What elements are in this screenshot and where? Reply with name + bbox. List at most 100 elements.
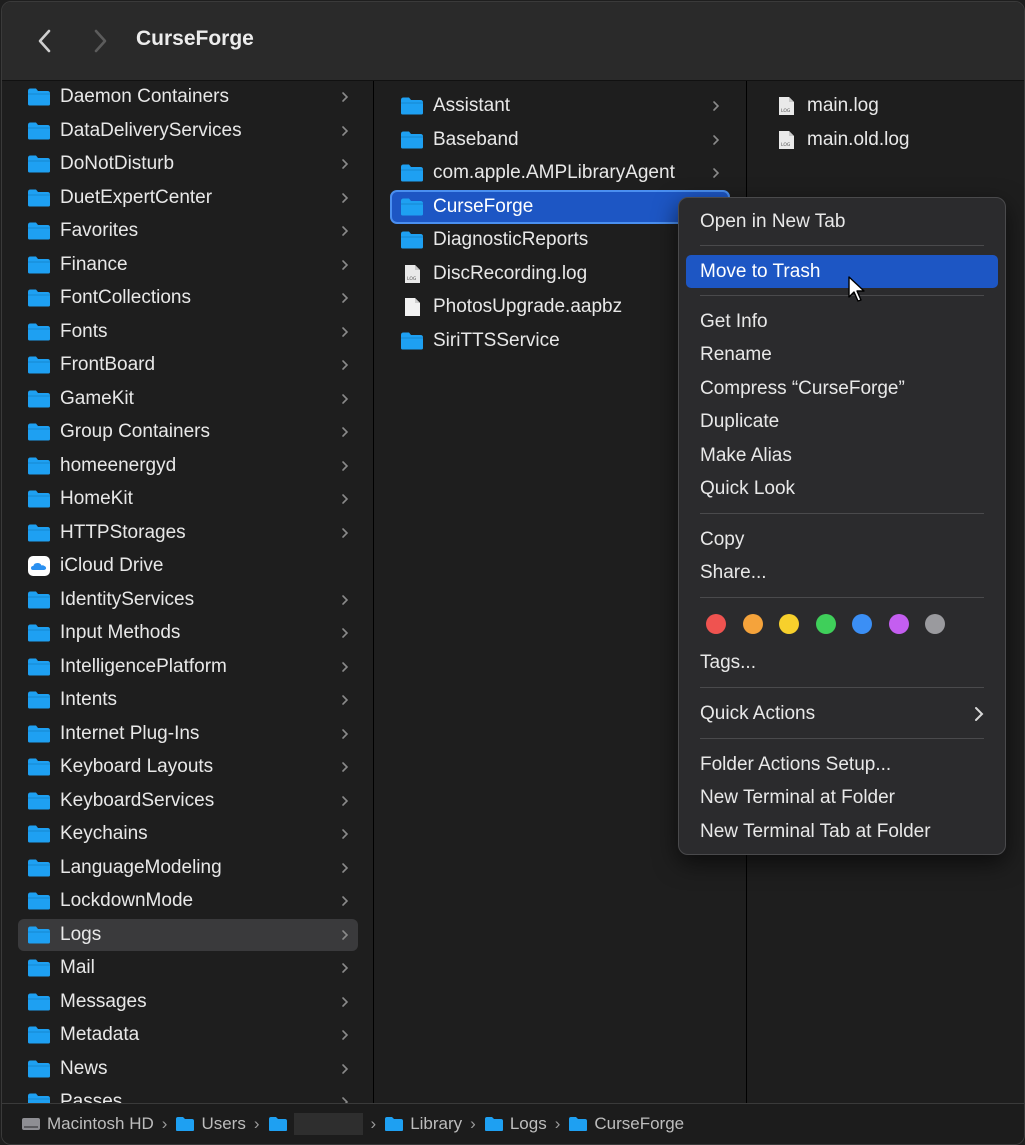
path-item-logs[interactable]: Logs [484, 1114, 547, 1134]
library-item-keychains[interactable]: Keychains [18, 818, 358, 850]
menu-item-make-alias[interactable]: Make Alias [686, 439, 998, 472]
menu-separator [700, 738, 984, 739]
logs-item-assistant[interactable]: Assistant [391, 90, 729, 122]
library-item-keyboardservices[interactable]: KeyboardServices [18, 785, 358, 817]
logs-item-com-apple-amplibraryagent[interactable]: com.apple.AMPLibraryAgent [391, 157, 729, 189]
library-item-homekit[interactable]: HomeKit [18, 483, 358, 515]
menu-item-new-terminal-tab-at-folder[interactable]: New Terminal Tab at Folder [686, 815, 998, 848]
menu-item-quick-actions[interactable]: Quick Actions [686, 697, 998, 730]
library-item-gamekit[interactable]: GameKit [18, 383, 358, 415]
tag-color-dot[interactable] [925, 614, 945, 634]
back-button[interactable] [30, 24, 60, 58]
library-item-httpstorages[interactable]: HTTPStorages [18, 517, 358, 549]
path-bar: Macintosh HD › Users › › Library › Logs … [2, 1103, 1024, 1144]
library-item-metadata[interactable]: Metadata [18, 1019, 358, 1051]
tag-color-dot[interactable] [742, 614, 763, 634]
path-item-library[interactable]: Library [384, 1114, 462, 1134]
tag-color-dot[interactable] [706, 614, 726, 634]
library-item-favorites[interactable]: Favorites [18, 215, 358, 247]
folder-icon [28, 524, 50, 541]
menu-item-open-in-new-tab[interactable]: Open in New Tab [686, 205, 998, 238]
library-item-fonts[interactable]: Fonts [18, 316, 358, 348]
folder-icon [28, 356, 50, 374]
svg-text:LOG: LOG [781, 108, 791, 114]
file-item-main-old-log[interactable]: LOG main.old.log [765, 124, 1005, 156]
logs-item-baseband[interactable]: Baseband [391, 124, 729, 156]
menu-item-rename[interactable]: Rename [686, 338, 998, 371]
item-label: iCloud Drive [60, 555, 164, 576]
icloud-icon [28, 556, 50, 576]
chevron-right-icon [342, 125, 349, 136]
library-item-messages[interactable]: Messages [18, 986, 358, 1018]
menu-item-tags[interactable]: Tags... [686, 646, 998, 679]
library-item-frontboard[interactable]: FrontBoard [18, 349, 358, 381]
hard-drive-icon [22, 1118, 40, 1130]
file-item-main-log[interactable]: LOG main.log [765, 90, 1005, 122]
path-item-users[interactable]: Users [175, 1114, 246, 1134]
toolbar: CurseForge [2, 2, 1024, 81]
tag-color-dot[interactable] [779, 614, 799, 634]
library-column[interactable]: Daemon Containers DataDeliveryServices DoN… [2, 81, 373, 1103]
menu-separator [700, 687, 984, 688]
folder-icon [28, 155, 50, 173]
chevron-right-icon [713, 101, 720, 111]
library-item-lockdownmode[interactable]: LockdownMode [18, 885, 358, 917]
menu-item-share[interactable]: Share... [686, 556, 998, 589]
library-item-mail[interactable]: Mail [18, 952, 358, 984]
tag-color-dot[interactable] [815, 614, 836, 634]
library-item-intents[interactable]: Intents [18, 684, 358, 716]
library-item-daemon-containers[interactable]: Daemon Containers [18, 81, 358, 113]
menu-item-duplicate[interactable]: Duplicate [686, 405, 998, 438]
forward-button[interactable] [85, 24, 115, 58]
chevron-right-icon [342, 1097, 349, 1103]
menu-item-new-terminal-at-folder[interactable]: New Terminal at Folder [686, 781, 998, 814]
library-item-icloud-drive[interactable]: iCloud Drive [18, 550, 358, 582]
path-item-home[interactable] [268, 1113, 363, 1135]
menu-separator [700, 597, 984, 598]
folder-icon [28, 859, 50, 876]
menu-item-compress[interactable]: Compress “CurseForge” [686, 372, 998, 405]
path-separator: › [161, 1114, 168, 1133]
menu-item-copy[interactable]: Copy [686, 523, 998, 556]
item-label: Messages [60, 990, 147, 1012]
library-item-fontcollections[interactable]: FontCollections [18, 282, 358, 314]
library-item-passes[interactable]: Passes [18, 1086, 358, 1103]
tag-color-dot[interactable] [888, 614, 909, 634]
menu-item-get-info[interactable]: Get Info [686, 305, 998, 338]
item-label: LanguageModeling [60, 856, 222, 878]
item-label: Mail [60, 957, 95, 978]
library-item-donotdisturb[interactable]: DoNotDisturb [18, 148, 358, 180]
folder-icon [28, 591, 50, 608]
path-item-macintosh-hd[interactable]: Macintosh HD [21, 1114, 154, 1134]
folder-icon [28, 959, 50, 977]
library-item-intelligenceplatform[interactable]: IntelligencePlatform [18, 651, 358, 683]
library-item-finance[interactable]: Finance [18, 249, 358, 281]
menu-item-quick-look[interactable]: Quick Look [686, 472, 998, 505]
library-item-logs[interactable]: Logs [18, 918, 358, 951]
library-item-identityservices[interactable]: IdentityServices [18, 584, 358, 616]
folder-icon [401, 198, 423, 215]
library-item-duetexpertcenter[interactable]: DuetExpertCenter [18, 182, 358, 214]
item-label: Finance [60, 253, 128, 275]
chevron-right-icon [342, 1063, 349, 1074]
log-file-icon: LOG [779, 97, 794, 115]
library-item-datadeliveryservices[interactable]: DataDeliveryServices [18, 115, 358, 147]
library-item-keyboard-layouts[interactable]: Keyboard Layouts [18, 751, 358, 783]
item-label: Logs [60, 923, 102, 945]
library-item-languagemodeling[interactable]: LanguageModeling [18, 852, 358, 884]
path-item-curseforge[interactable]: CurseForge [568, 1114, 684, 1134]
menu-item-move-to-trash[interactable]: Move to Trash [686, 255, 998, 288]
library-item-homeenergyd[interactable]: homeenergyd [18, 450, 358, 482]
menu-item-folder-actions-setup[interactable]: Folder Actions Setup... [686, 748, 998, 781]
library-item-internet-plug-ins[interactable]: Internet Plug-Ins [18, 718, 358, 750]
tag-color-dot[interactable] [852, 614, 872, 634]
library-item-group-containers[interactable]: Group Containers [18, 416, 358, 448]
library-item-news[interactable]: News [18, 1053, 358, 1085]
menu-separator [700, 513, 984, 514]
path-separator: › [370, 1114, 377, 1133]
item-label: Baseband [433, 128, 519, 150]
library-item-input-methods[interactable]: Input Methods [18, 617, 358, 649]
item-label: FontCollections [60, 287, 191, 308]
chevron-right-icon [713, 168, 720, 178]
chevron-right-icon [342, 795, 349, 806]
